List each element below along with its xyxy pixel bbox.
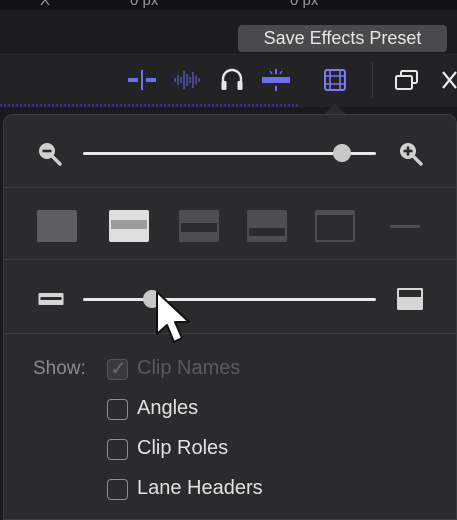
headphones-icon[interactable] <box>219 66 245 94</box>
clip-roles-label: Clip Roles <box>137 437 229 459</box>
zoom-slider-thumb[interactable] <box>333 144 351 162</box>
zoom-in-icon[interactable] <box>398 141 424 167</box>
show-label: Show: <box>33 358 86 379</box>
zoom-out-icon[interactable] <box>37 141 63 167</box>
toolbar-separator <box>372 62 373 98</box>
clip-height-audio-only-button[interactable] <box>37 210 77 242</box>
save-effects-preset-button[interactable]: Save Effects Preset <box>238 25 447 52</box>
section-divider <box>4 333 456 334</box>
inspector-footer: Save Effects Preset <box>0 10 457 54</box>
lane-headers-checkbox[interactable] <box>107 479 128 500</box>
small-clip-height-icon <box>38 293 64 305</box>
clip-height-large-video-button[interactable] <box>247 210 287 242</box>
partial-value-2: 0 px <box>290 0 319 9</box>
clip-height-balanced-button[interactable] <box>179 210 219 242</box>
large-clip-height-icon <box>397 288 423 310</box>
checkmark-icon: ✓ <box>110 358 127 380</box>
angles-checkbox[interactable] <box>107 399 128 420</box>
partial-value-1: 0 px <box>130 0 159 9</box>
clip-names-checkbox[interactable]: ✓ <box>107 358 128 380</box>
clip-height-filmstrip-only-button[interactable] <box>390 225 420 228</box>
lane-headers-label: Lane Headers <box>137 477 263 499</box>
clip-height-large-audio-button[interactable] <box>109 210 149 242</box>
clip-names-label: Clip Names <box>137 357 241 379</box>
snapping-icon[interactable] <box>260 66 292 94</box>
section-divider <box>4 259 456 260</box>
clip-height-video-only-button[interactable] <box>315 210 355 242</box>
window-layout-icon[interactable] <box>393 66 421 94</box>
close-x-icon[interactable] <box>440 66 457 94</box>
timeline-ruler-marks <box>0 104 300 107</box>
mouse-pointer-icon <box>156 291 190 343</box>
angles-label: Angles <box>137 397 199 419</box>
clip-appearance-icon[interactable] <box>322 66 348 94</box>
clip-height-slider-track[interactable] <box>83 298 376 301</box>
clip-appearance-popover <box>3 114 457 520</box>
section-divider <box>4 187 456 188</box>
audio-skimming-icon[interactable] <box>126 66 158 94</box>
audio-waveform-icon[interactable] <box>172 66 204 94</box>
clip-roles-checkbox[interactable] <box>107 439 128 460</box>
partial-x-label: X <box>40 0 51 9</box>
inspector-values-strip: X 0 px 0 px <box>0 0 457 10</box>
